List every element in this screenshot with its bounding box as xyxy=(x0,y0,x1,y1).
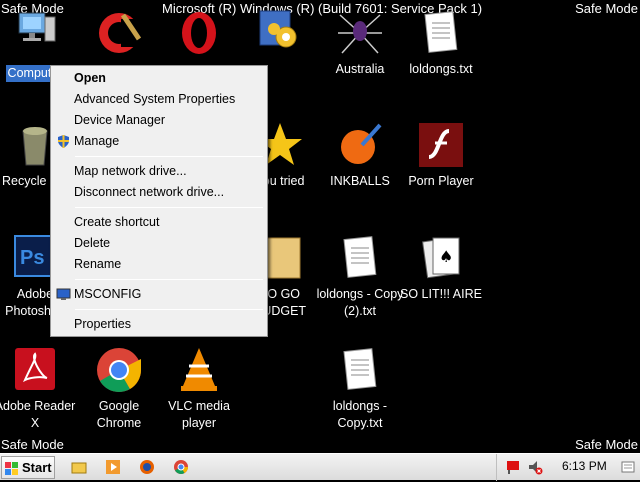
svg-text:Ps: Ps xyxy=(20,247,44,269)
inkball-icon xyxy=(336,121,384,169)
chrome-icon xyxy=(95,346,143,394)
explorer-icon[interactable] xyxy=(71,459,87,475)
desktop-icon-loldongs[interactable]: loldongs.txt xyxy=(397,9,485,78)
text-file-icon xyxy=(336,234,384,282)
menu-item-create-shortcut[interactable]: Create shortcut xyxy=(53,212,265,233)
desktop-icon-winutilities[interactable] xyxy=(236,9,324,57)
menu-item-rename[interactable]: Rename xyxy=(53,254,265,275)
menu-item-msconfig[interactable]: MSCONFIG xyxy=(53,284,265,305)
desktop-icon-porn-player[interactable]: Porn Player xyxy=(397,121,485,190)
desktop-icon-opera[interactable] xyxy=(155,9,243,57)
desktop-icon-loldongs-copy-2[interactable]: loldongs - Copy (2).txt xyxy=(316,234,404,320)
adobe-reader-icon xyxy=(11,346,59,394)
menu-separator xyxy=(75,279,263,280)
desktop-icon-adobe-reader[interactable]: Adobe Reader X xyxy=(0,346,79,432)
shield-icon xyxy=(56,134,71,149)
icon-label: INKBALLS xyxy=(330,174,390,188)
cards-icon: ♠ xyxy=(417,234,465,282)
safe-mode-top-right: Safe Mode xyxy=(575,1,638,16)
desktop-icon-vlc[interactable]: VLC media player xyxy=(155,346,243,432)
text-file-icon xyxy=(336,346,384,394)
menu-separator xyxy=(75,207,263,208)
menu-separator xyxy=(75,156,263,157)
icon-label: loldongs - Copy.txt xyxy=(332,399,388,430)
desktop-icon-inkballs[interactable]: INKBALLS xyxy=(316,121,404,190)
context-menu: Open Advanced System Properties Device M… xyxy=(50,65,268,337)
icon-label: Porn Player xyxy=(408,174,474,188)
flag-icon[interactable] xyxy=(505,459,521,475)
desktop-icon-australia[interactable]: Australia xyxy=(316,9,404,78)
menu-item-advanced-system-properties[interactable]: Advanced System Properties xyxy=(53,89,265,110)
desktop-icon-ccleaner[interactable] xyxy=(75,9,163,57)
show-desktop-icon[interactable] xyxy=(620,459,636,475)
start-button[interactable]: Start xyxy=(1,456,55,479)
computer-icon xyxy=(11,9,59,57)
icon-label: VLC media player xyxy=(168,399,230,430)
windows-logo-icon xyxy=(5,461,19,475)
menu-item-manage[interactable]: Manage xyxy=(53,131,265,152)
menu-item-map-network-drive[interactable]: Map network drive... xyxy=(53,161,265,182)
menu-item-disconnect-network-drive[interactable]: Disconnect network drive... xyxy=(53,182,265,203)
flash-icon xyxy=(417,121,465,169)
icon-label: Adobe Reader X xyxy=(0,399,76,430)
desktop-icon-so-lit-aire[interactable]: ♠ SO LIT!!! AIRE xyxy=(397,234,485,303)
spider-icon xyxy=(336,9,384,57)
icon-label: Australia xyxy=(335,62,385,76)
icon-label: SO LIT!!! AIRE xyxy=(400,287,482,301)
chrome-icon[interactable] xyxy=(173,459,189,475)
winutilities-icon xyxy=(256,9,304,57)
icon-label: loldongs.txt xyxy=(409,62,473,76)
desktop-icon-google-chrome[interactable]: Google Chrome xyxy=(75,346,163,432)
volume-muted-icon[interactable] xyxy=(527,459,543,475)
menu-item-delete[interactable]: Delete xyxy=(53,233,265,254)
menu-separator xyxy=(75,309,263,310)
taskbar: Start 6:13 PM xyxy=(0,453,640,481)
safe-mode-bottom-left: Safe Mode xyxy=(1,437,64,452)
opera-icon xyxy=(175,9,223,57)
text-file-icon xyxy=(417,9,465,57)
menu-item-open[interactable]: Open xyxy=(53,68,265,89)
menu-item-device-manager[interactable]: Device Manager xyxy=(53,110,265,131)
icon-label: loldongs - Copy (2).txt xyxy=(316,287,404,318)
safe-mode-bottom-right: Safe Mode xyxy=(575,437,638,452)
ccleaner-icon xyxy=(95,9,143,57)
svg-text:♠: ♠ xyxy=(439,247,453,266)
media-player-icon[interactable] xyxy=(105,459,121,475)
desktop-icon-loldongs-copy[interactable]: loldongs - Copy.txt xyxy=(316,346,404,432)
icon-label: Google Chrome xyxy=(96,399,142,430)
firefox-icon[interactable] xyxy=(139,459,155,475)
monitor-icon xyxy=(56,287,71,302)
vlc-icon xyxy=(175,346,223,394)
menu-item-properties[interactable]: Properties xyxy=(53,314,265,335)
clock[interactable]: 6:13 PM xyxy=(562,459,607,473)
